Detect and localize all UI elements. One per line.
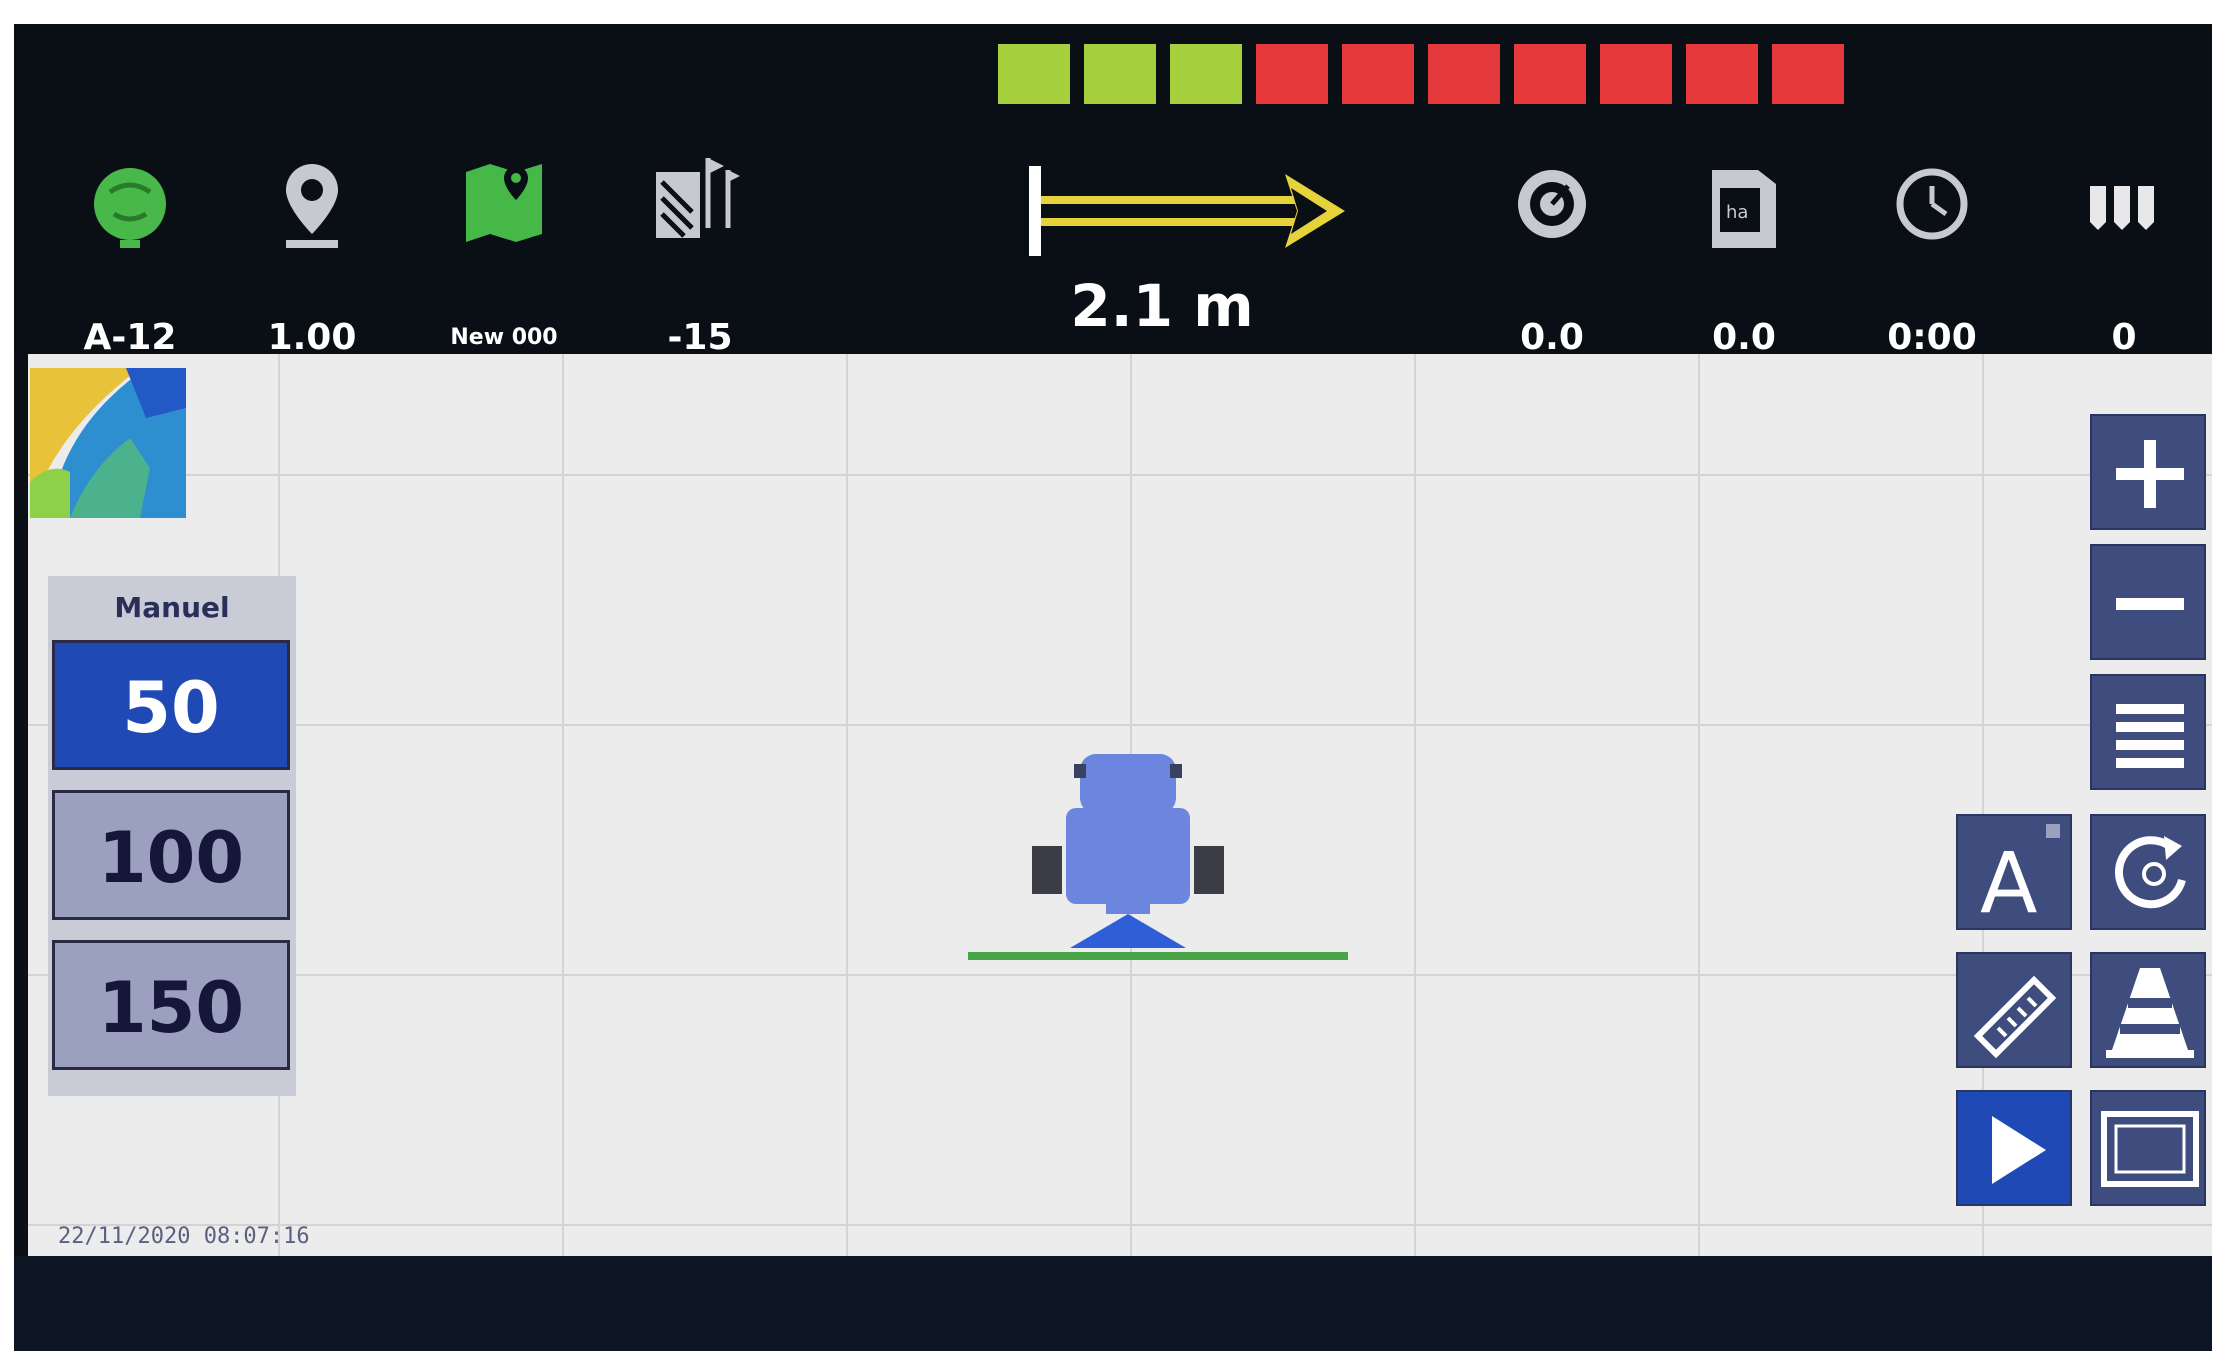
field-tile[interactable]: New 000 <box>444 142 564 350</box>
section-segment-5 <box>1342 44 1414 104</box>
speed-tile[interactable]: 0.0 <box>1492 142 1612 358</box>
section-segment-3 <box>1170 44 1242 104</box>
clock-icon <box>1896 168 1968 240</box>
headland-flags-icon <box>656 158 740 238</box>
cone-icon <box>2106 968 2194 1058</box>
gps-pin-icon <box>286 164 338 248</box>
headland-value: -15 <box>667 317 733 358</box>
bottom-bar <box>14 1256 2212 1351</box>
field-thumbnail[interactable] <box>30 362 186 518</box>
gps-signal-tile[interactable]: A-12 <box>70 142 190 358</box>
timestamp: 22/11/2020 08:07:16 <box>58 1224 310 1249</box>
time-value: 0:00 <box>1887 317 1977 358</box>
area-ha-icon: ha <box>1712 170 1776 248</box>
auto-mode-button[interactable]: A <box>1956 814 2072 932</box>
field-map-icon <box>466 164 542 242</box>
rate-option-50[interactable]: 50 <box>52 640 290 770</box>
terminal-screen: A-12 1.00 New 000 -15 2.1 m 0.0 ha 0.0 0… <box>14 24 2212 1351</box>
headland-tile[interactable]: -15 <box>640 142 760 358</box>
section-segment-9 <box>1686 44 1758 104</box>
accuracy-tile[interactable]: 1.00 <box>252 142 372 358</box>
accuracy-value: 1.00 <box>267 317 357 358</box>
section-segment-4 <box>1256 44 1328 104</box>
tractor-icon <box>968 754 1348 960</box>
satellite-icon <box>94 168 166 248</box>
zoom-out-button[interactable] <box>2090 544 2206 660</box>
screen-layout-icon <box>2101 1111 2199 1187</box>
rate-option-150[interactable]: 150 <box>52 940 290 1070</box>
sections-tile[interactable]: 0 <box>2064 142 2184 358</box>
gps-correction-value: A-12 <box>83 317 177 358</box>
auto-mode-icon: A <box>1980 824 2060 932</box>
zoom-out-icon <box>2116 598 2184 610</box>
auto-mode-label: A <box>1980 834 2037 932</box>
screen-layout-button[interactable] <box>2090 1090 2206 1206</box>
spray-boom <box>968 952 1348 960</box>
rate-selector: Manuel 50 100 150 <box>48 576 296 1096</box>
play-icon <box>1992 1116 2046 1184</box>
ruler-icon <box>1973 975 2057 1059</box>
rate-option-100[interactable]: 100 <box>52 790 290 920</box>
speed-gauge-icon <box>1518 170 1586 238</box>
start-button[interactable] <box>1956 1090 2072 1206</box>
zoom-in-icon <box>2116 440 2184 508</box>
rate-mode-label: Manuel <box>114 591 230 624</box>
section-segment-2 <box>1084 44 1156 104</box>
section-segment-1 <box>998 44 1070 104</box>
guidance-map[interactable]: Manuel 50 100 150 22/11/2020 08:07:16 A <box>28 354 2212 1256</box>
section-nozzles-icon <box>2090 186 2154 230</box>
cross-track-offset: 2.1 m <box>1070 272 1254 340</box>
field-name-value: New 000 <box>450 325 558 350</box>
rotate-view-icon <box>2114 836 2186 909</box>
sections-value: 0 <box>2111 317 2137 358</box>
svg-text:ha: ha <box>1726 202 1748 223</box>
time-tile[interactable]: 0:00 <box>1872 142 1992 358</box>
area-tile[interactable]: ha 0.0 <box>1684 142 1804 358</box>
section-segment-10 <box>1772 44 1844 104</box>
marker-button[interactable] <box>2090 952 2206 1068</box>
section-segment-8 <box>1600 44 1672 104</box>
area-value: 0.0 <box>1712 317 1776 358</box>
menu-button[interactable] <box>2090 674 2206 790</box>
measure-button[interactable] <box>1956 952 2072 1068</box>
rotate-view-button[interactable] <box>2090 814 2206 930</box>
menu-icon <box>2116 704 2184 768</box>
zoom-in-button[interactable] <box>2090 414 2206 530</box>
section-segment-6 <box>1428 44 1500 104</box>
status-bar: A-12 1.00 New 000 -15 2.1 m 0.0 ha 0.0 0… <box>14 24 2212 358</box>
section-segment-7 <box>1514 44 1586 104</box>
speed-value: 0.0 <box>1520 317 1584 358</box>
